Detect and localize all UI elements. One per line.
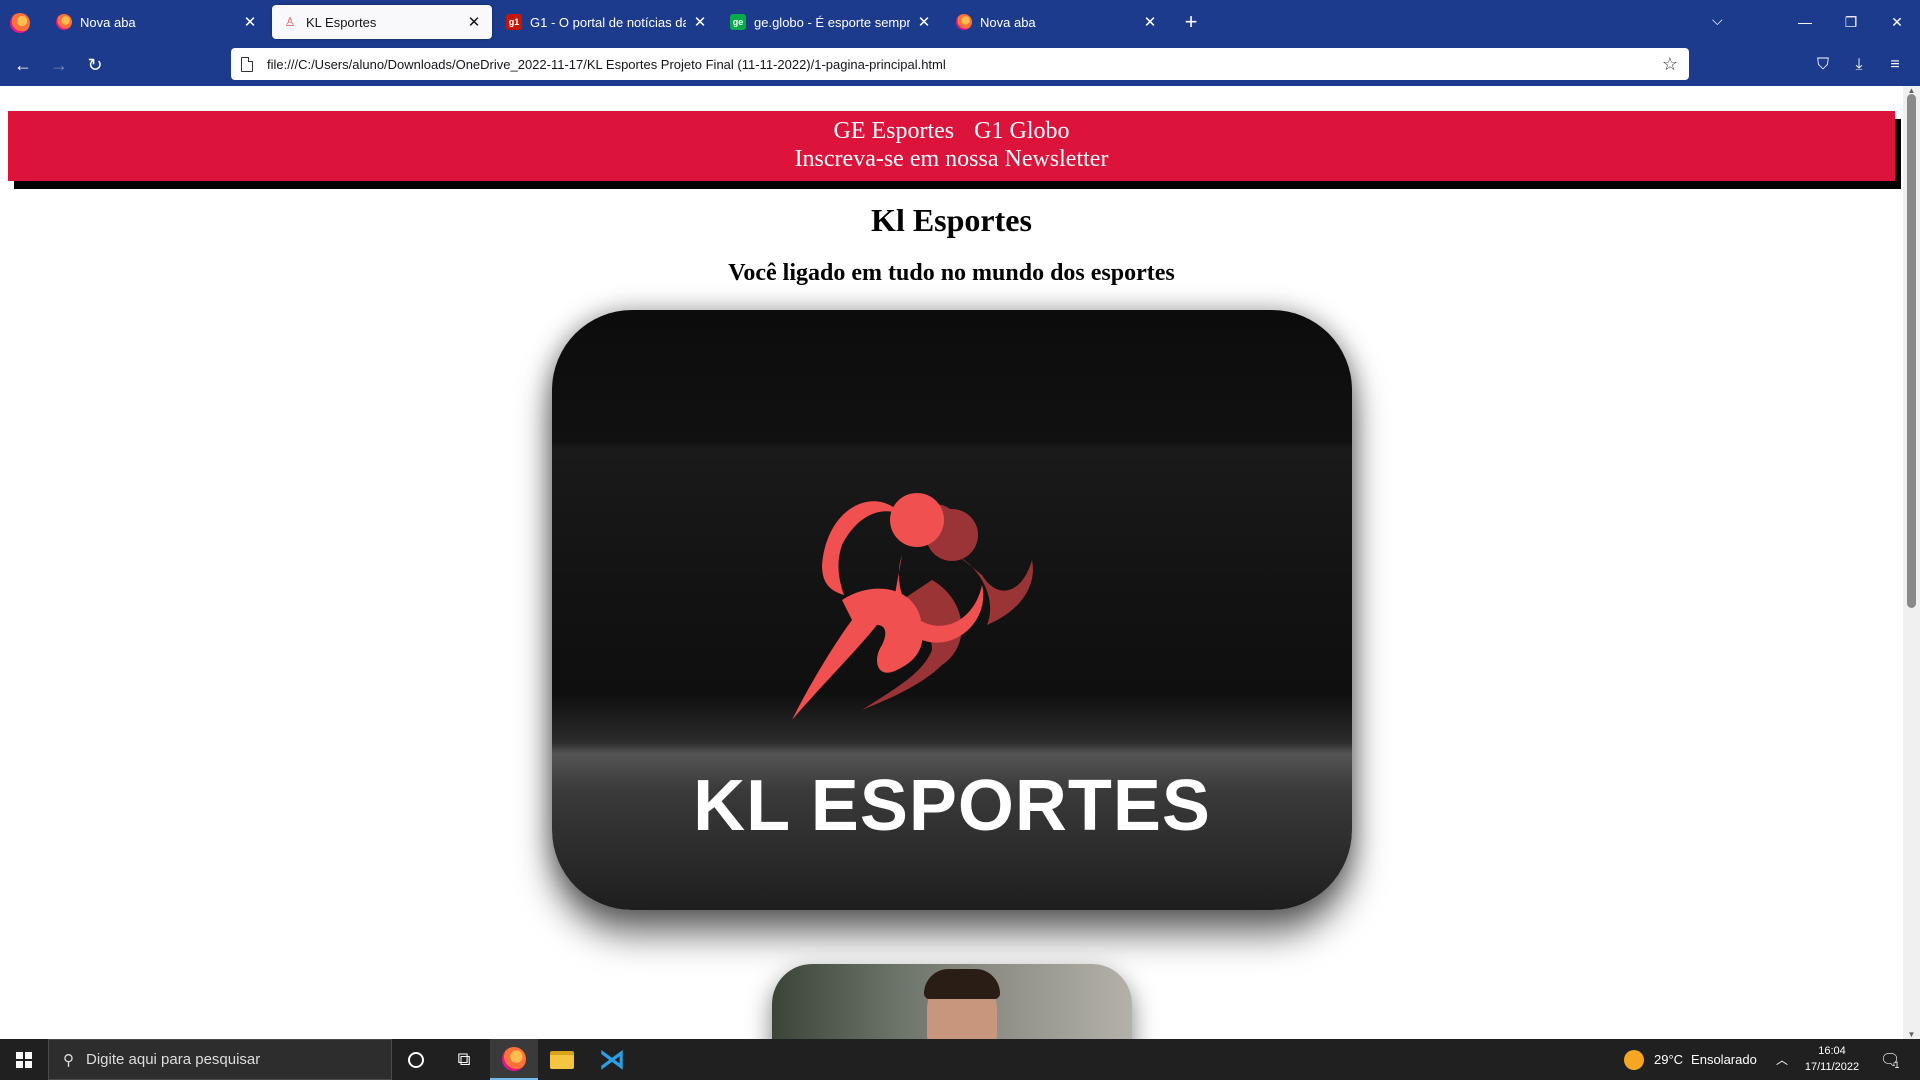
weather-temp: 29°C xyxy=(1654,1052,1684,1067)
tab-nova-aba-1[interactable]: Nova aba ✕ xyxy=(46,5,268,39)
forward-arrow-icon[interactable]: → xyxy=(46,53,72,77)
vscode-icon[interactable]: ⋊ xyxy=(588,1039,636,1080)
hero-image: KL ESPORTES xyxy=(552,310,1352,910)
tab-g1[interactable]: g1 G1 - O portal de notícias da Glo ✕ xyxy=(496,5,718,39)
cortana-icon[interactable] xyxy=(392,1039,440,1080)
page-subtitle: Você ligado em tudo no mundo dos esporte… xyxy=(728,260,1175,286)
tab-ge-globo[interactable]: ge ge.globo - É esporte sempre ✕ xyxy=(720,5,942,39)
scroll-down-arrow-icon[interactable]: ▼ xyxy=(1907,1030,1916,1039)
show-hidden-icons-chevron-icon[interactable]: ︿ xyxy=(1776,1039,1788,1080)
weather-condition: Ensolarado xyxy=(1691,1052,1757,1067)
hamburger-menu-icon[interactable]: ≡ xyxy=(1882,53,1908,77)
bookmark-star-icon[interactable]: ☆ xyxy=(1657,54,1683,75)
windows-taskbar: ⚲ Digite aqui para pesquisar ⧉ ⋊ 29°C En… xyxy=(0,1039,1920,1080)
vertical-scrollbar[interactable]: ▲ ▼ xyxy=(1903,86,1920,1039)
close-tab-icon[interactable]: ✕ xyxy=(916,13,932,31)
close-window-button[interactable]: ✕ xyxy=(1874,0,1920,44)
news-image-player[interactable] xyxy=(772,964,1132,1039)
close-tab-icon[interactable]: ✕ xyxy=(466,13,482,31)
tab-title: Nova aba xyxy=(980,14,1036,30)
newsletter-link[interactable]: Inscreva-se em nossa Newsletter xyxy=(8,145,1895,173)
player-hair xyxy=(924,969,1000,999)
weather-widget[interactable]: 29°C Ensolarado xyxy=(1624,1039,1757,1080)
page-content: GE Esportes G1 Globo Inscreva-se em noss… xyxy=(0,86,1903,1039)
close-tab-icon[interactable]: ✕ xyxy=(242,13,258,31)
url-text[interactable]: file:///C:/Users/aluno/Downloads/OneDriv… xyxy=(267,57,1657,72)
firefox-menu-icon[interactable] xyxy=(10,13,30,33)
runner-logo-icon xyxy=(792,493,1033,720)
ge-icon: ge xyxy=(730,14,746,30)
tab-title: Nova aba xyxy=(80,14,136,30)
g1-icon: g1 xyxy=(506,14,522,30)
kl-esportes-icon: ♙ xyxy=(284,15,296,29)
tab-title: G1 - O portal de notícias da Glo xyxy=(530,14,686,30)
navigation-toolbar: ← → ↻ file:///C:/Users/aluno/Downloads/O… xyxy=(0,44,1920,86)
link-ge-esportes[interactable]: GE Esportes xyxy=(834,118,955,144)
close-tab-icon[interactable]: ✕ xyxy=(1142,13,1158,31)
file-explorer-icon[interactable] xyxy=(538,1039,586,1080)
system-clock[interactable]: 16:04 17/11/2022 xyxy=(1790,1043,1874,1075)
close-tab-icon[interactable]: ✕ xyxy=(692,13,708,31)
link-g1-globo[interactable]: G1 Globo xyxy=(974,118,1069,144)
reload-icon[interactable]: ↻ xyxy=(82,53,108,77)
header-banner: GE Esportes G1 Globo Inscreva-se em noss… xyxy=(8,111,1895,181)
scrollbar-thumb[interactable] xyxy=(1907,94,1916,608)
address-bar[interactable]: file:///C:/Users/aluno/Downloads/OneDriv… xyxy=(231,48,1689,80)
tab-title: KL Esportes xyxy=(306,14,377,30)
taskbar-search-box[interactable]: ⚲ Digite aqui para pesquisar xyxy=(48,1039,392,1080)
notification-center-icon[interactable]: 🗨 1 xyxy=(1880,1039,1900,1080)
clock-date: 17/11/2022 xyxy=(1804,1061,1860,1073)
tab-strip: Nova aba ✕ ♙ KL Esportes ✕ g1 G1 - O por… xyxy=(0,0,1920,44)
firefox-icon xyxy=(56,14,72,30)
clock-time: 16:04 xyxy=(1818,1045,1846,1057)
header-links: GE Esportes G1 Globo xyxy=(8,117,1895,145)
downloads-icon[interactable]: ⤓ xyxy=(1846,53,1872,77)
page-icon xyxy=(241,56,253,72)
back-arrow-icon[interactable]: ← xyxy=(10,53,36,77)
tab-nova-aba-2[interactable]: Nova aba ✕ xyxy=(946,5,1168,39)
minimize-button[interactable]: — xyxy=(1782,0,1828,44)
page-title: Kl Esportes xyxy=(871,202,1032,238)
start-button[interactable] xyxy=(0,1039,48,1080)
new-tab-button[interactable]: + xyxy=(1178,9,1204,35)
windows-logo-icon xyxy=(16,1052,32,1068)
search-icon: ⚲ xyxy=(63,1051,74,1069)
tab-kl-esportes[interactable]: ♙ KL Esportes ✕ xyxy=(272,5,492,39)
task-view-icon[interactable]: ⧉ xyxy=(440,1039,488,1080)
list-all-tabs-icon[interactable]: ⌵ xyxy=(1712,12,1723,29)
firefox-taskbar-icon[interactable] xyxy=(490,1039,538,1080)
search-placeholder: Digite aqui para pesquisar xyxy=(86,1051,261,1068)
pocket-icon[interactable]: ⛉ xyxy=(1810,53,1836,77)
tab-title: ge.globo - É esporte sempre xyxy=(754,14,910,30)
notification-count: 1 xyxy=(1894,1059,1900,1070)
hero-logo-text: KL ESPORTES xyxy=(693,766,1211,846)
restore-button[interactable]: ❐ xyxy=(1828,0,1874,44)
sun-icon xyxy=(1624,1049,1644,1070)
firefox-icon xyxy=(956,14,972,30)
